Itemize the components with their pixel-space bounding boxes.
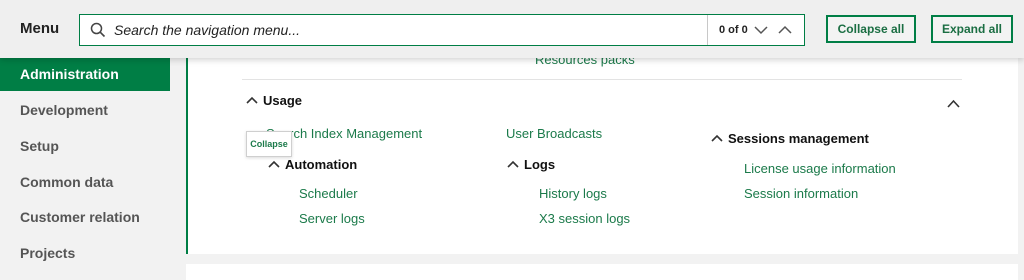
section-divider	[242, 79, 962, 80]
automation-heading-label: Automation	[285, 157, 358, 172]
chevron-down-icon[interactable]	[753, 22, 769, 38]
usage-collapse-icon[interactable]	[947, 95, 960, 113]
usage-heading[interactable]: Usage	[246, 93, 302, 108]
sessions-management-heading-label: Sessions management	[728, 131, 869, 146]
sidebar-item-administration[interactable]: Administration	[0, 57, 170, 91]
menu-title: Menu	[20, 20, 60, 37]
match-count: 0 of 0	[719, 24, 748, 36]
session-information-link[interactable]: Session information	[744, 186, 858, 201]
expand-all-button[interactable]: Expand all	[931, 15, 1013, 43]
chevron-up-icon	[507, 160, 520, 170]
logs-heading[interactable]: Logs	[507, 157, 555, 172]
history-logs-link[interactable]: History logs	[539, 186, 607, 201]
sidebar-item-common-data[interactable]: Common data	[0, 165, 170, 199]
search-icon	[90, 22, 106, 38]
sidebar-item-development[interactable]: Development	[0, 93, 170, 127]
sidebar-item-customer-relation[interactable]: Customer relation	[0, 200, 170, 234]
sidebar-item-setup[interactable]: Setup	[0, 129, 170, 163]
chevron-up-icon	[246, 96, 259, 106]
sidebar-item-projects[interactable]: Projects	[0, 236, 170, 270]
chevron-up-icon	[268, 160, 281, 170]
license-usage-information-link[interactable]: License usage information	[744, 161, 896, 176]
server-logs-link[interactable]: Server logs	[299, 211, 365, 226]
search-box: 0 of 0	[79, 14, 805, 46]
next-panel	[186, 264, 1018, 280]
collapse-tooltip: Collapse	[246, 131, 292, 157]
chevron-up-icon[interactable]	[777, 22, 793, 38]
sessions-management-heading[interactable]: Sessions management	[711, 131, 869, 146]
scheduler-link[interactable]: Scheduler	[299, 186, 358, 201]
x3-session-logs-link[interactable]: X3 session logs	[539, 211, 630, 226]
logs-heading-label: Logs	[524, 157, 556, 172]
menu-header: Menu 0 of 0 Collapse all Expand all	[0, 0, 1024, 58]
search-divider	[707, 15, 708, 45]
search-input[interactable]	[114, 22, 694, 38]
usage-heading-label: Usage	[263, 93, 303, 108]
chevron-up-icon	[711, 134, 724, 144]
automation-heading[interactable]: Automation	[268, 157, 357, 172]
user-broadcasts-link[interactable]: User Broadcasts	[506, 126, 602, 141]
collapse-all-button[interactable]: Collapse all	[826, 15, 916, 43]
